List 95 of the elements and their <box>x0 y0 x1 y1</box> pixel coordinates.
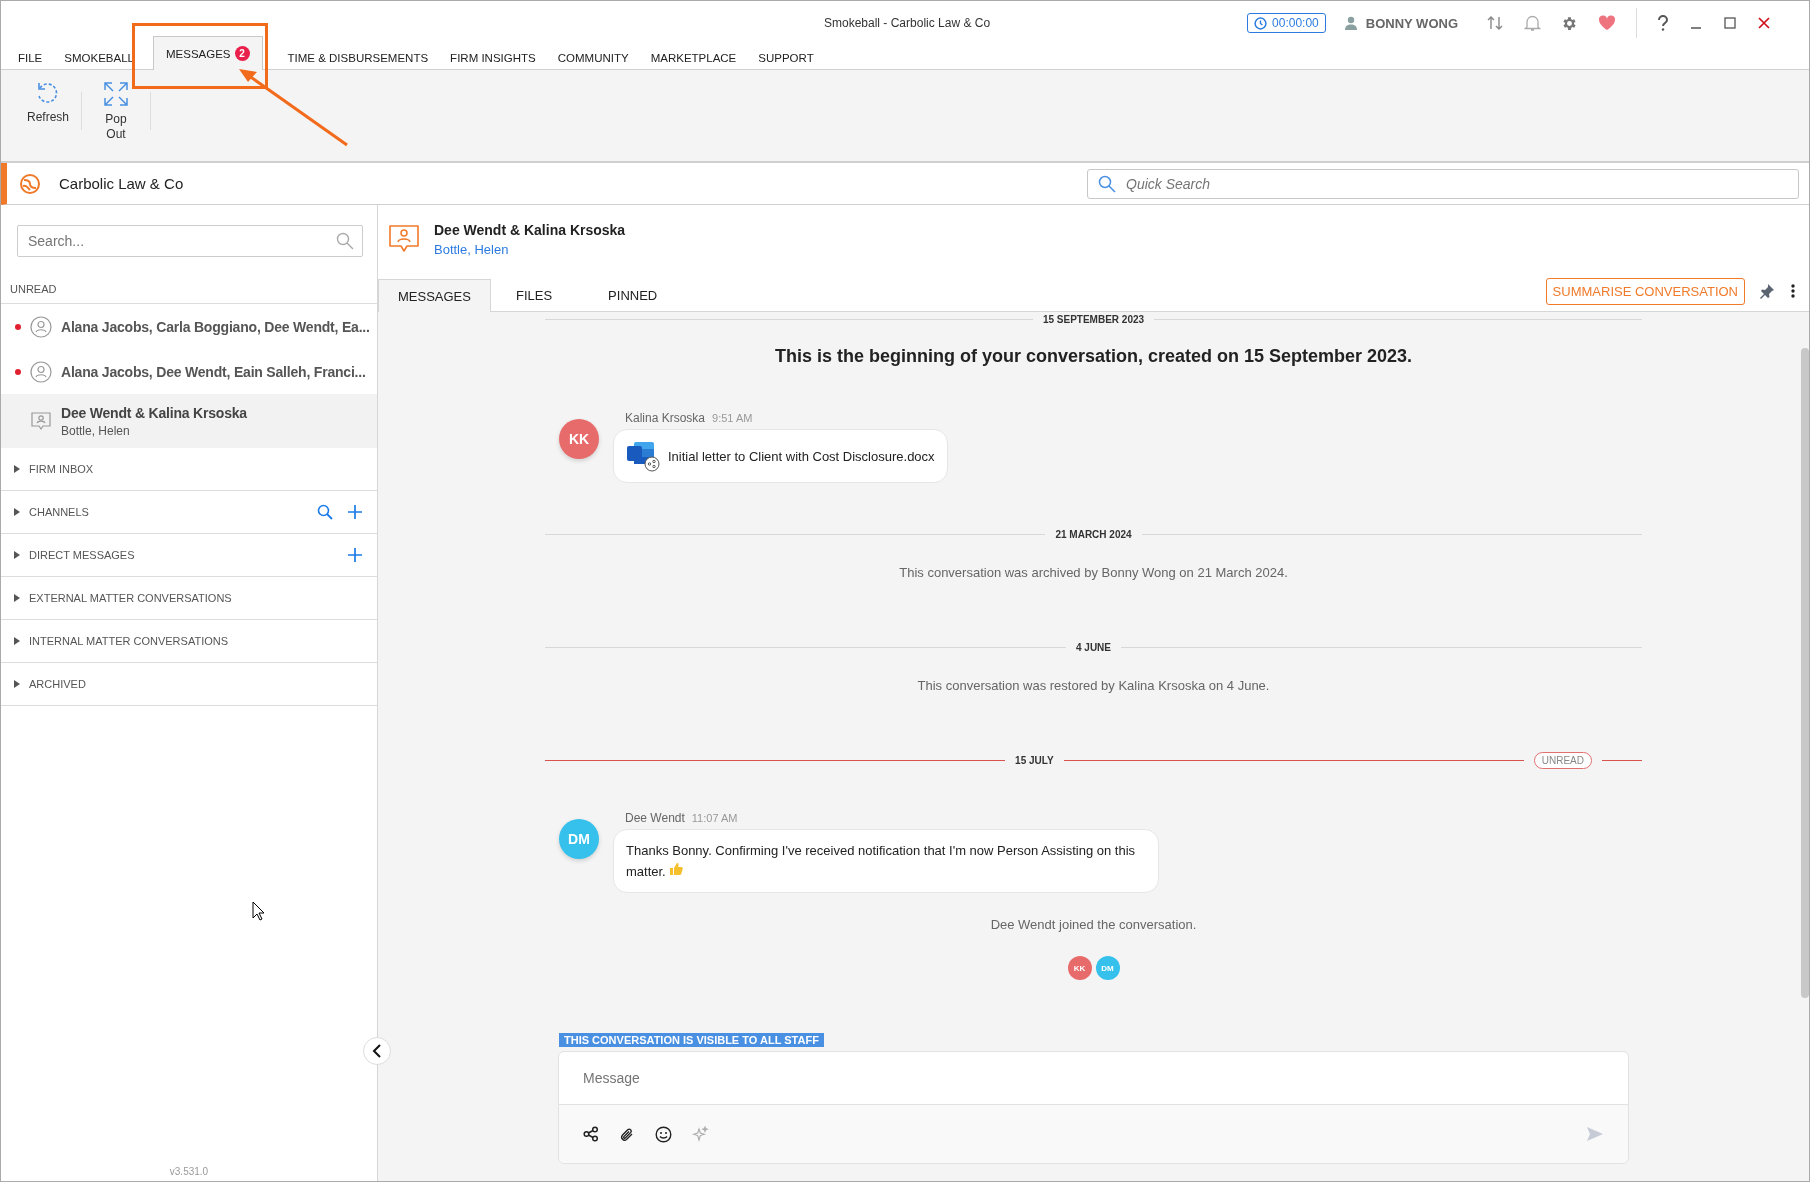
conversation-tab[interactable]: PINNED <box>589 279 677 311</box>
chat-user-icon <box>388 224 420 254</box>
search-icon <box>336 232 354 250</box>
event-text: This conversation was archived by Bonny Wong on 21 March 2024. <box>898 565 1289 580</box>
avatar: KK <box>559 419 599 459</box>
date-divider-label: 4 JUNE <box>1076 641 1111 653</box>
search-field[interactable]: Search... <box>17 225 363 257</box>
caret-right-icon[interactable] <box>13 550 21 560</box>
conversation-title: Dee Wendt & Kalina Krsoska <box>434 221 626 238</box>
event-text: This conversation was restored by Kalina Krsoska on 4 June. <box>916 678 1271 693</box>
section-header[interactable]: ARCHIVED <box>29 678 355 690</box>
menu-tab[interactable]: COMMUNITY <box>546 45 640 69</box>
conversation-tab[interactable]: FILES <box>496 279 572 311</box>
menu-tab[interactable]: FIRM INSIGHTS <box>439 45 547 69</box>
menu-tab[interactable]: FILE <box>7 45 54 69</box>
mouse-cursor-icon <box>252 901 266 921</box>
user-circle-icon <box>30 360 52 383</box>
avatar: DM <box>559 819 599 859</box>
timer-button[interactable]: 00:00:00 <box>1247 13 1326 33</box>
word-document-icon <box>626 440 660 472</box>
ribbon-button[interactable]: Refresh <box>19 80 75 125</box>
maximize-icon[interactable] <box>1723 16 1737 30</box>
conversation-title: Dee Wendt & Kalina Krsoska <box>61 404 247 421</box>
emoji-icon[interactable] <box>655 1125 672 1143</box>
count-badge: 2 <box>234 46 250 61</box>
section-header[interactable]: DIRECT MESSAGES <box>29 549 339 561</box>
clock-icon <box>1254 16 1268 30</box>
scrollbar[interactable] <box>1801 348 1809 998</box>
attachment-name[interactable]: Initial letter to Client with Cost Disclosure.docx <box>668 448 935 464</box>
section-header[interactable]: INTERNAL MATTER CONVERSATIONS <box>29 635 355 647</box>
conversation-item[interactable]: Alana Jacobs, Dee Wendt, Eain Salleh, Franci... <box>1 349 377 394</box>
plus-icon[interactable] <box>347 504 363 520</box>
author-name: Kalina Krsoska <box>625 411 706 425</box>
message-input[interactable]: Message <box>583 1070 1604 1086</box>
conversation-item[interactable]: Alana Jacobs, Carla Boggiano, Dee Wendt, Ea... <box>1 304 377 349</box>
caret-right-icon[interactable] <box>13 593 21 603</box>
section-header[interactable]: CHANNELS <box>29 506 309 518</box>
pin-icon[interactable] <box>1759 283 1775 299</box>
plus-icon[interactable] <box>347 547 363 563</box>
logo-icon <box>19 172 41 195</box>
caret-right-icon[interactable] <box>13 507 21 517</box>
participant-avatar: KK <box>1067 956 1092 980</box>
date-divider-label: 15 SEPTEMBER 2023 <box>1042 313 1145 325</box>
menu-tab[interactable]: SMOKEBALL <box>53 45 145 69</box>
expand-arrows-icon <box>102 80 130 108</box>
caret-right-icon[interactable] <box>13 636 21 646</box>
user-icon <box>1343 16 1358 30</box>
conversation-item[interactable]: Dee Wendt & Kalina Krsoska Bottle, Helen <box>1 394 377 448</box>
menu-tab[interactable]: MESSAGES 2 <box>152 36 263 70</box>
message-text: Thanks Bonny. Confirming I've received notification that I'm now Person Assisting on this matter. <box>626 842 1137 881</box>
settings-icon[interactable] <box>1561 14 1578 32</box>
section-header[interactable]: FIRM INBOX <box>29 463 355 475</box>
quick-search-field[interactable]: Quick Search <box>1087 168 1799 199</box>
search-icon <box>1098 174 1116 193</box>
conversation-subtitle: Bottle, Helen <box>61 423 131 438</box>
sync-arrows-icon[interactable] <box>1486 14 1504 32</box>
message-time: 9:51 AM <box>712 412 753 424</box>
user-name[interactable]: BONNY WONG <box>1365 15 1458 31</box>
unread-marker: UNREAD <box>1533 751 1592 769</box>
user-circle-icon <box>30 315 52 338</box>
author-name: Dee Wendt <box>625 811 685 825</box>
caret-right-icon[interactable] <box>13 679 21 689</box>
chevron-left-icon <box>372 1044 382 1058</box>
help-icon[interactable] <box>1657 15 1669 31</box>
matter-link[interactable]: Bottle, Helen <box>434 241 626 257</box>
search-input[interactable]: Quick Search <box>1124 174 1798 193</box>
participant-avatar: DM <box>1095 956 1120 980</box>
conversation-tab[interactable]: MESSAGES <box>378 279 491 312</box>
version-label: v3.531.0 <box>169 1166 209 1177</box>
paperclip-icon[interactable] <box>619 1125 635 1143</box>
more-icon[interactable] <box>1791 284 1795 298</box>
menu-tab[interactable]: SUPPORT <box>747 45 825 69</box>
search-icon[interactable] <box>317 504 333 520</box>
heart-icon[interactable] <box>1598 15 1616 31</box>
event-text: Dee Wendt joined the conversation. <box>989 917 1198 932</box>
menu-tab[interactable]: TIME & DISBURSEMENTS <box>276 45 440 69</box>
conversation-start-text: This is the beginning of your conversation, created on 15 September 2023. <box>773 346 1414 367</box>
collapse-sidebar-button[interactable] <box>363 1037 391 1065</box>
visibility-tag: THIS CONVERSATION IS VISIBLE TO ALL STAFF <box>559 1033 824 1047</box>
share-icon[interactable] <box>583 1126 599 1142</box>
firm-name: Carbolic Law & Co <box>59 175 185 192</box>
ribbon-button[interactable]: Pop Out <box>88 80 144 142</box>
conversation-title: Alana Jacobs, Carla Boggiano, Dee Wendt, Ea... <box>61 318 370 335</box>
caret-right-icon[interactable] <box>13 464 21 474</box>
date-divider-label: 15 JULY <box>1015 754 1054 766</box>
section-header[interactable]: EXTERNAL MATTER CONVERSATIONS <box>29 592 355 604</box>
date-divider-label: 21 MARCH 2024 <box>1055 528 1132 540</box>
window-title: Smokeball - Carbolic Law & Co <box>824 16 991 30</box>
close-icon[interactable] <box>1757 16 1771 30</box>
message-time: 11:07 AM <box>691 812 738 824</box>
chat-user-icon <box>30 410 52 432</box>
section-label: UNREAD <box>1 257 377 304</box>
search-input[interactable]: Search... <box>26 232 336 250</box>
conversation-title: Alana Jacobs, Dee Wendt, Eain Salleh, Franci... <box>61 363 366 380</box>
menu-tab[interactable]: MARKETPLACE <box>639 45 748 69</box>
